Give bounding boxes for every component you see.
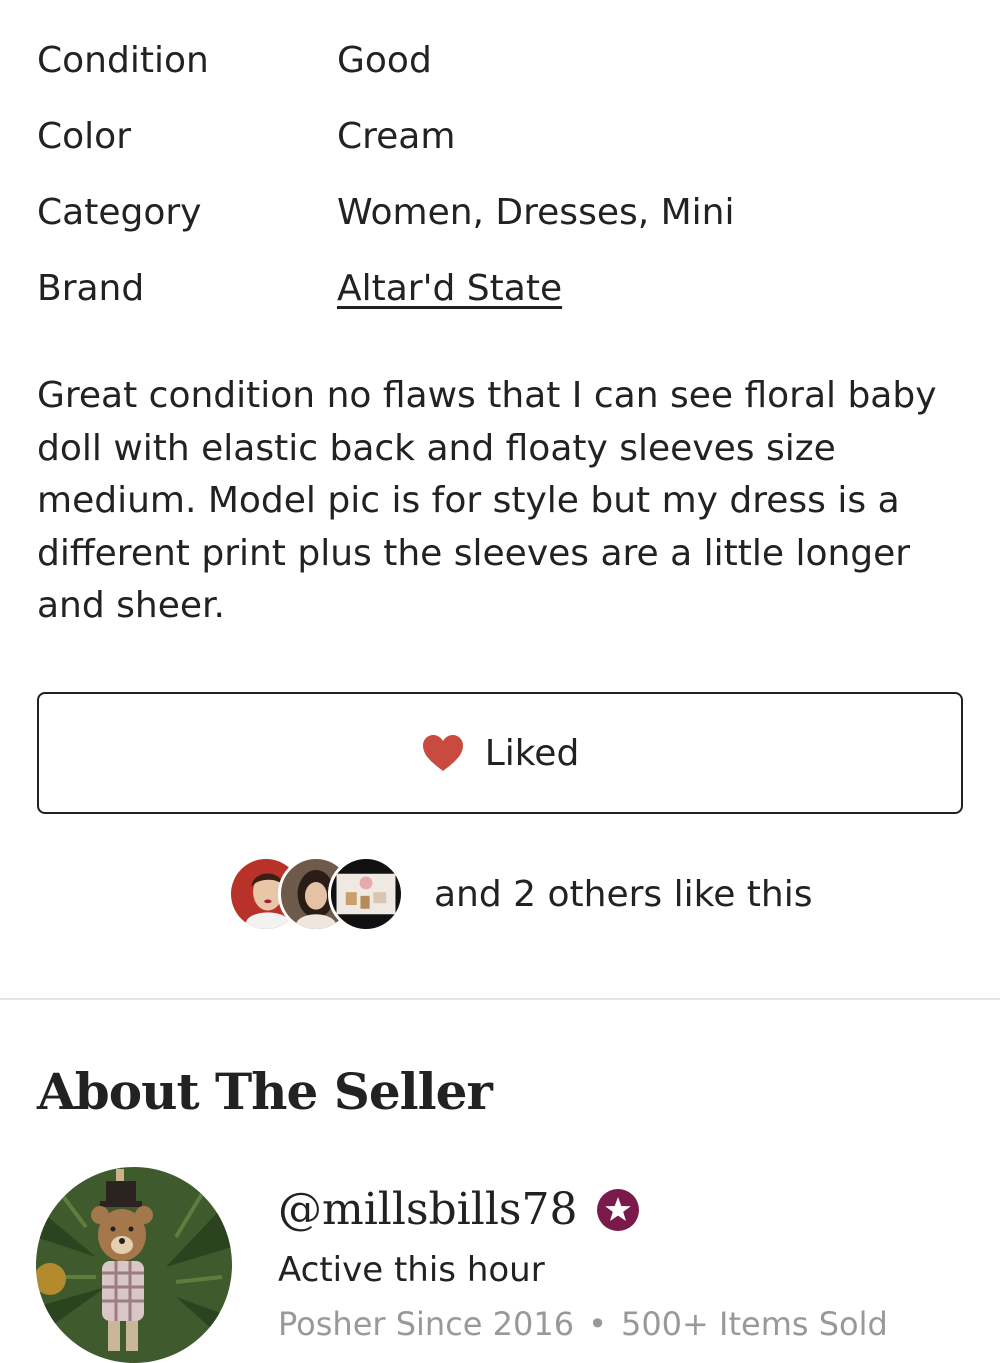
like-button[interactable]: Liked (37, 692, 963, 814)
seller-username[interactable]: @millsbills78 (278, 1184, 577, 1235)
detail-value: Women, Dresses, Mini (337, 191, 735, 233)
details-list: Condition Good Color Cream Category Wome… (37, 22, 967, 326)
detail-value: Cream (337, 115, 456, 157)
brand-link[interactable]: Altar'd State (337, 268, 562, 309)
items-sold: 500+ Items Sold (620, 1305, 888, 1343)
seller-name-row: @millsbills78 (278, 1184, 640, 1235)
like-button-label: Liked (484, 732, 580, 774)
detail-label: Color (37, 115, 131, 157)
posher-since: Posher Since 2016 (278, 1305, 575, 1343)
detail-label: Brand (37, 267, 145, 309)
seller-stats: Posher Since 2016 • 500+ Items Sold (278, 1305, 888, 1343)
detail-label: Condition (37, 39, 209, 81)
likers-text: and 2 others like this (434, 873, 813, 915)
detail-value: Good (337, 39, 432, 81)
detail-row-color: Color Cream (37, 98, 967, 174)
likers-summary[interactable]: and 2 others like this (228, 856, 812, 932)
about-seller-title: About The Seller (37, 1062, 493, 1121)
detail-row-brand: Brand Altar'd State (37, 250, 967, 326)
seller-avatar[interactable] (36, 1167, 232, 1363)
detail-label: Category (37, 191, 202, 233)
liker-avatar (328, 856, 404, 932)
liker-avatars (228, 856, 404, 932)
detail-row-category: Category Women, Dresses, Mini (37, 174, 967, 250)
listing-description: Great condition no flaws that I can see … (37, 375, 937, 626)
detail-row-condition: Condition Good (37, 22, 967, 98)
section-divider (0, 998, 1000, 1000)
stats-separator: • (588, 1305, 607, 1343)
heart-icon (422, 735, 463, 771)
star-badge-icon (597, 1188, 640, 1231)
seller-activity-status: Active this hour (278, 1250, 545, 1290)
